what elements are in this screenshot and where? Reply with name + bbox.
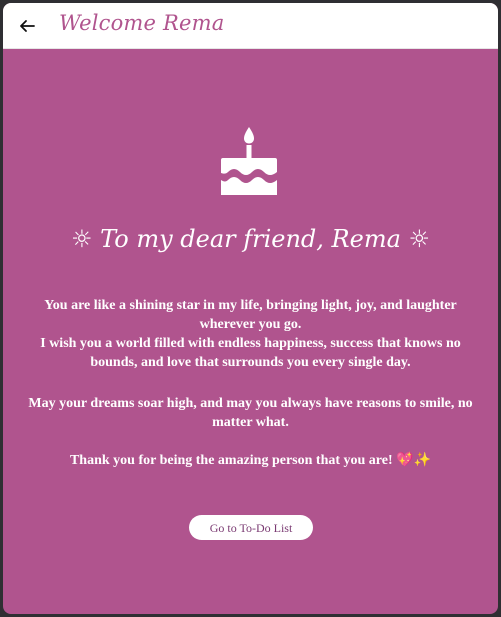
back-button[interactable] [13,12,41,40]
arrow-left-icon [20,20,35,32]
message-line-1: You are like a shining star in my life, … [44,298,457,332]
app-window: Welcome Rema ☼ To my dear friend, Rema ☼… [3,3,498,614]
birthday-cake-icon [221,127,277,195]
message-paragraph-3: Thank you for being the amazing person t… [69,453,432,468]
message-line-2: I wish you a world filled with endless h… [40,336,461,370]
greeting-card: ☼ To my dear friend, Rema ☼ You are like… [3,49,498,614]
app-bar: Welcome Rema [3,3,498,49]
message-paragraph-2: May your dreams soar high, and may you a… [28,396,473,430]
greeting-heading: ☼ To my dear friend, Rema ☼ [70,225,431,253]
page-title: Welcome Rema [59,11,225,35]
go-to-todo-list-button[interactable]: Go to To-Do List [189,515,313,540]
message-paragraph-1: You are like a shining star in my life, … [23,296,478,372]
